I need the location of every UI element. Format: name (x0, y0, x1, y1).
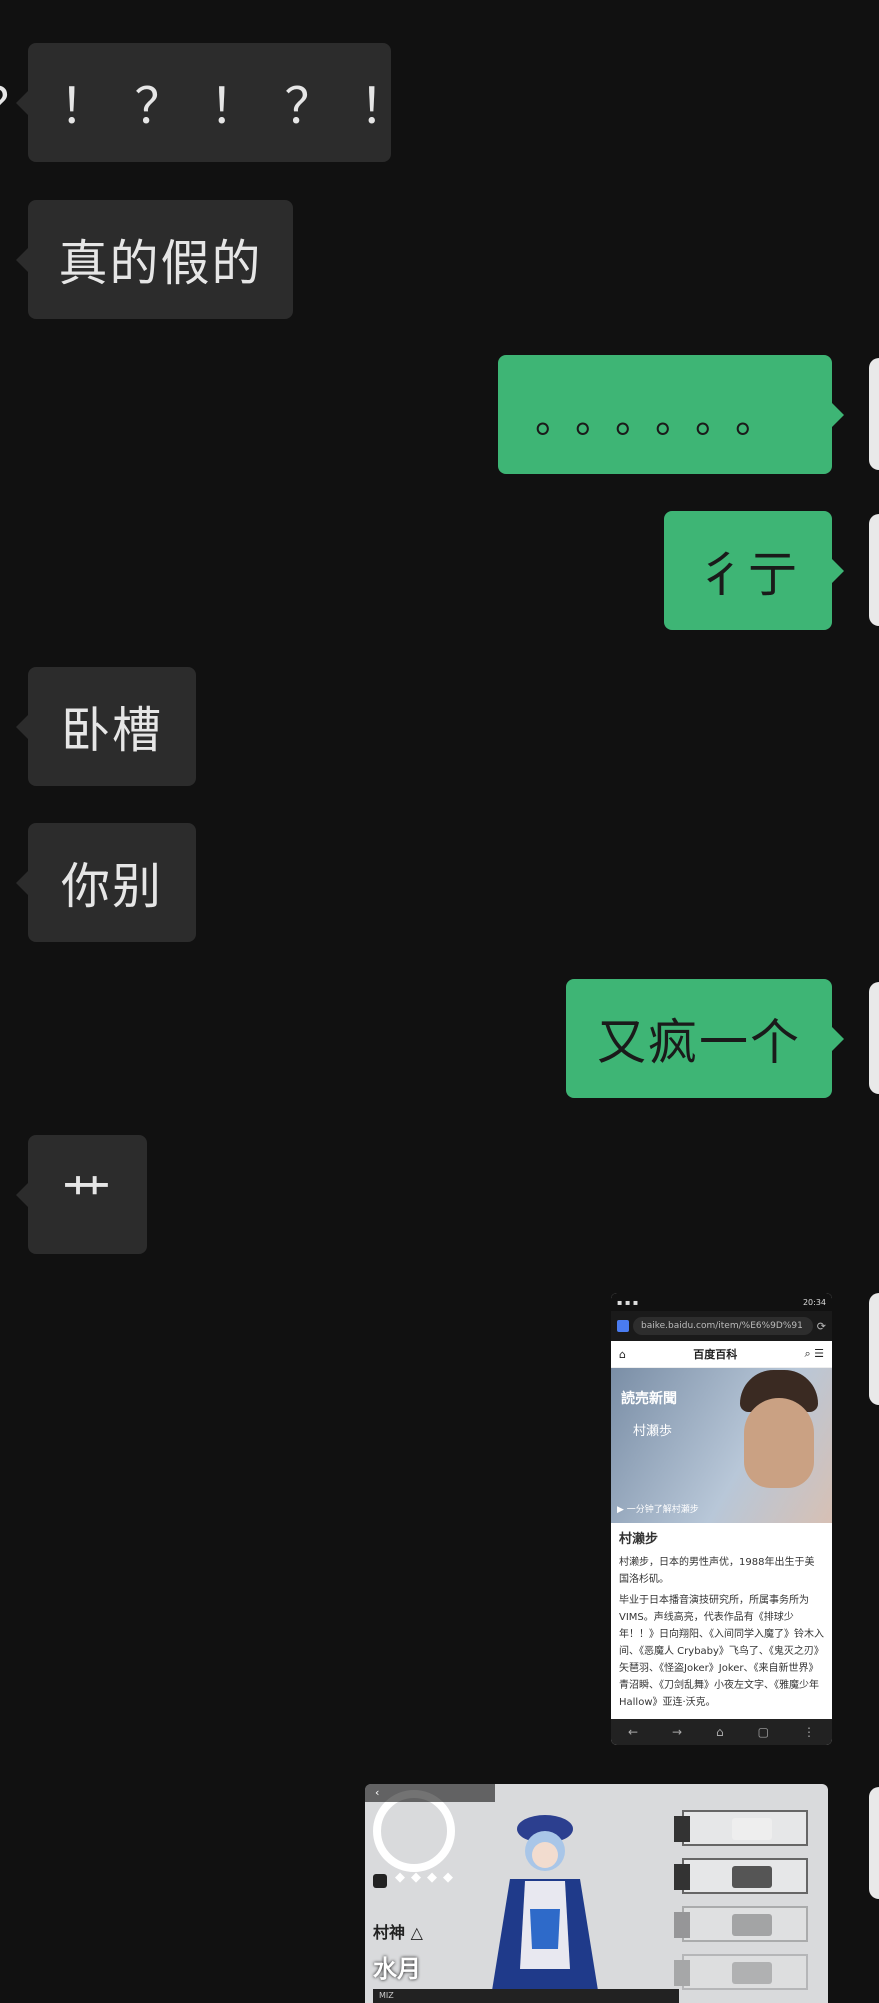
message-text: ？！？！？！ (0, 78, 435, 135)
portrait-face (744, 1398, 814, 1488)
message-text: 又疯一个 (596, 1014, 801, 1071)
video-caption: ▶ 一分钟了解村瀬步 (617, 1505, 699, 1515)
message-bubble[interactable]: 彳亍 (664, 511, 844, 630)
status-bar: ▪ ▪ ▪ 20:34 (611, 1293, 832, 1311)
own-avatar[interactable] (869, 982, 879, 1094)
message-bubble[interactable]: 。。。。。。 (498, 355, 844, 474)
character-class: 村神 △ (373, 1923, 423, 1942)
character-figure (490, 1815, 600, 2003)
image-message-baike[interactable]: ▪ ▪ ▪ 20:34 baike.baidu.com/item/%E6%9D%… (611, 1293, 832, 1745)
own-avatar[interactable] (869, 514, 879, 626)
message-bubble[interactable]: 艹 (16, 1135, 147, 1254)
own-avatar[interactable] (869, 1293, 879, 1405)
url-field: baike.baidu.com/item/%E6%9D%91 (633, 1317, 813, 1335)
equipment-slot (674, 1954, 808, 1990)
home-icon: ⌂ (619, 1347, 626, 1361)
hero-name: 村瀬歩 (633, 1424, 673, 1439)
browser-toolbar: ← → ⌂ ▢ ⋮ (611, 1719, 832, 1745)
image-message-game[interactable]: ‹ ◆◆◆◆ 村神 △ 水月 MIZ (365, 1784, 828, 2003)
article-para: 毕业于日本播音演技研究所，所属事务所为VIMS。声线高亮，代表作品有《排球少年！… (619, 1595, 824, 1708)
article-body: 村濑步 村濑步，日本的男性声优，1988年出生于美国洛杉矶。 毕业于日本播音演技… (611, 1523, 832, 1719)
menu-icon: ⋮ (802, 1725, 815, 1739)
back-bar: ‹ (365, 1784, 495, 1802)
message-bubble[interactable]: 又疯一个 (566, 979, 844, 1098)
message-text: 。。。。。。 (535, 395, 795, 442)
forward-icon: → (672, 1725, 683, 1739)
status-time: 20:34 (802, 1297, 826, 1307)
message-bubble[interactable]: 真的假的 (16, 200, 293, 319)
equipment-slot (674, 1906, 808, 1942)
message-text: 你别 (60, 858, 163, 915)
hero-image: 読売新聞 村瀬歩 ▶ 一分钟了解村瀬步 (611, 1368, 832, 1523)
article-heading: 村濑步 (619, 1532, 659, 1547)
message-text: 彳亍 (696, 546, 799, 603)
message-bubble[interactable]: 你别 (16, 823, 196, 942)
search-icon: ⌕ ☰ (804, 1347, 824, 1360)
character-name: 水月 (373, 1955, 421, 1983)
own-avatar[interactable] (869, 358, 879, 470)
status-icons: ▪ ▪ ▪ (617, 1297, 639, 1307)
site-title: 百度百科 (693, 1348, 738, 1361)
address-bar: baike.baidu.com/item/%E6%9D%91 ⟳ (611, 1311, 832, 1341)
equipment-slot (674, 1810, 808, 1846)
faction-emblem (373, 1790, 455, 1872)
search-icon (373, 1874, 387, 1888)
tab-icon (617, 1320, 629, 1332)
info-bar: MIZ (373, 1989, 679, 2003)
own-avatar[interactable] (869, 1787, 879, 1899)
message-bubble[interactable]: ？！？！？！ (0, 43, 409, 162)
message-text: 卧槽 (60, 702, 163, 759)
back-icon: ← (627, 1725, 639, 1739)
rating-icons: ◆◆◆◆ (395, 1870, 459, 1885)
message-text: 真的假的 (58, 235, 263, 292)
tabs-icon: ▢ (757, 1725, 769, 1739)
equipment-slot (674, 1858, 808, 1894)
site-nav: ⌂ 百度百科 ⌕ ☰ (611, 1341, 832, 1368)
hero-title: 読売新聞 (621, 1391, 677, 1407)
home-icon: ⌂ (716, 1725, 724, 1739)
message-bubble[interactable]: 卧槽 (16, 667, 196, 786)
message-text: 艹 (61, 1170, 113, 1227)
refresh-icon: ⟳ (816, 1319, 826, 1333)
article-para: 村濑步，日本的男性声优，1988年出生于美国洛杉矶。 (619, 1557, 815, 1585)
